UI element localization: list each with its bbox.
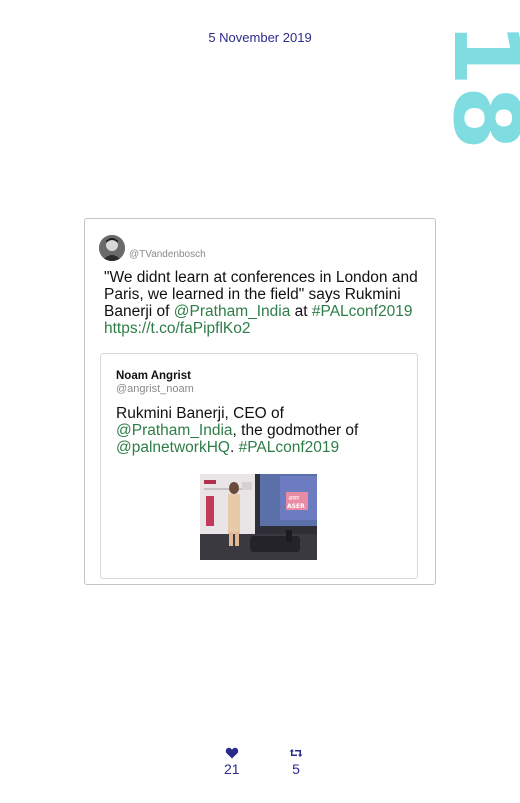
tweet-author[interactable]: @TVandenbosch	[99, 235, 206, 261]
tweet-handle[interactable]: @TVandenbosch	[129, 249, 206, 260]
quoted-text-part: , the godmother of	[232, 422, 359, 439]
like-stat[interactable]: 21	[224, 746, 240, 777]
retweet-stat[interactable]: 5	[289, 746, 303, 777]
quoted-tweet[interactable]: Noam Angrist @angrist_noam Rukmini Baner…	[100, 353, 418, 579]
tweet-card[interactable]: @TVandenbosch "We didnt learn at confere…	[84, 218, 436, 585]
quoted-author-handle[interactable]: @angrist_noam	[116, 383, 194, 395]
quoted-text: Rukmini Banerji, CEO of @Pratham_India, …	[116, 405, 406, 456]
avatar[interactable]	[99, 235, 125, 261]
retweet-icon[interactable]	[289, 746, 303, 760]
page-number: 18	[432, 21, 520, 151]
tweet-text-part: at	[290, 303, 312, 320]
tweet-text: "We didnt learn at conferences in London…	[104, 269, 424, 337]
like-count: 21	[224, 761, 240, 777]
hashtag-link[interactable]: #PALconf2019	[239, 439, 340, 456]
conference-photo[interactable]: असर ASER	[200, 474, 317, 560]
mention-link[interactable]: @palnetworkHQ	[116, 439, 230, 456]
url-link[interactable]: https://t.co/faPipflKo2	[104, 320, 250, 337]
heart-icon[interactable]	[225, 746, 239, 760]
mention-link[interactable]: @Pratham_India	[116, 422, 233, 439]
photo-caption-aser: ASER	[287, 503, 305, 510]
mention-link[interactable]: @Pratham_India	[174, 303, 291, 320]
quoted-text-part: .	[229, 439, 239, 456]
photo-caption-hindi: असर	[288, 495, 300, 502]
quoted-author-name[interactable]: Noam Angrist	[116, 370, 191, 382]
hashtag-link[interactable]: #PALconf2019	[312, 303, 413, 320]
quoted-text-part: Rukmini Banerji, CEO of	[116, 405, 284, 422]
retweet-count: 5	[292, 761, 300, 777]
